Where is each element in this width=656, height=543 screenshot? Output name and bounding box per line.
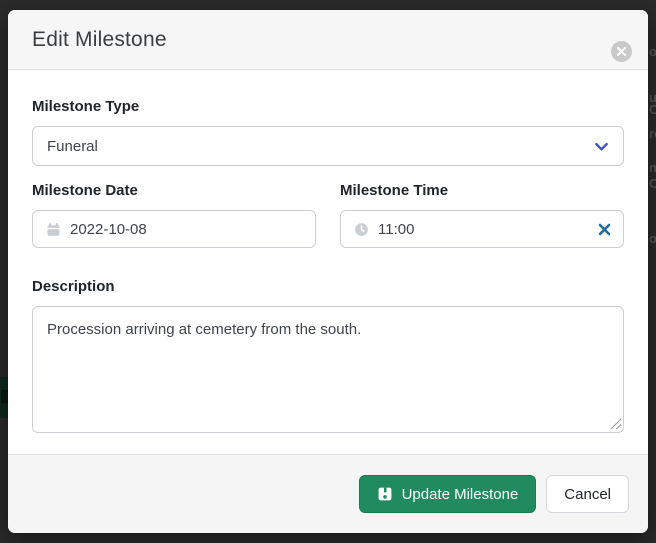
time-column: Milestone Time [340, 182, 624, 248]
close-button[interactable] [611, 41, 632, 62]
milestone-date-input[interactable] [70, 221, 315, 238]
backdrop-text-fragment: n [649, 161, 656, 175]
backdrop-button-fragment [0, 377, 8, 418]
milestone-time-input[interactable] [378, 221, 596, 238]
modal-title: Edit Milestone [32, 28, 167, 52]
backdrop-text-fragment: o [649, 232, 656, 246]
save-icon [377, 486, 393, 502]
date-time-row: Milestone Date Milestone Time [32, 182, 624, 248]
milestone-type-label: Milestone Type [32, 98, 624, 116]
description-label: Description [32, 278, 624, 296]
description-textarea[interactable]: Procession arriving at cemetery from the… [32, 306, 624, 433]
backdrop-button-icon-fragment [1, 390, 8, 403]
milestone-date-label: Milestone Date [32, 182, 316, 200]
backdrop-text-fragment: ro [649, 127, 656, 141]
cancel-label: Cancel [564, 486, 611, 503]
milestone-date-field [32, 210, 316, 248]
clock-icon[interactable] [354, 222, 369, 237]
clear-x-icon [598, 223, 611, 236]
chevron-down-icon [594, 139, 609, 158]
modal-backdrop: { "modal": { "title": "Edit Milestone", … [0, 0, 656, 543]
backdrop-text-fragment: O [649, 177, 656, 191]
milestone-type-value: Funeral [47, 138, 98, 155]
update-milestone-button[interactable]: Update Milestone [359, 475, 537, 513]
modal-body: Milestone Type Funeral Milestone Date [8, 70, 648, 433]
calendar-icon[interactable] [46, 222, 61, 237]
milestone-time-label: Milestone Time [340, 182, 624, 200]
close-icon [617, 47, 626, 56]
milestone-type-select[interactable]: Funeral [32, 126, 624, 166]
backdrop-text-fragment: o [649, 45, 656, 59]
clear-time-button[interactable] [596, 221, 613, 238]
milestone-time-field [340, 210, 624, 248]
backdrop-text-fragment: O [649, 103, 656, 117]
modal-footer: Update Milestone Cancel [8, 454, 648, 533]
date-column: Milestone Date [32, 182, 316, 248]
modal-header: Edit Milestone [8, 10, 648, 70]
edit-milestone-modal: Edit Milestone Milestone Type Funeral Mi… [8, 10, 648, 533]
description-field: Procession arriving at cemetery from the… [32, 306, 624, 433]
cancel-button[interactable]: Cancel [546, 475, 629, 513]
update-milestone-label: Update Milestone [402, 486, 519, 503]
